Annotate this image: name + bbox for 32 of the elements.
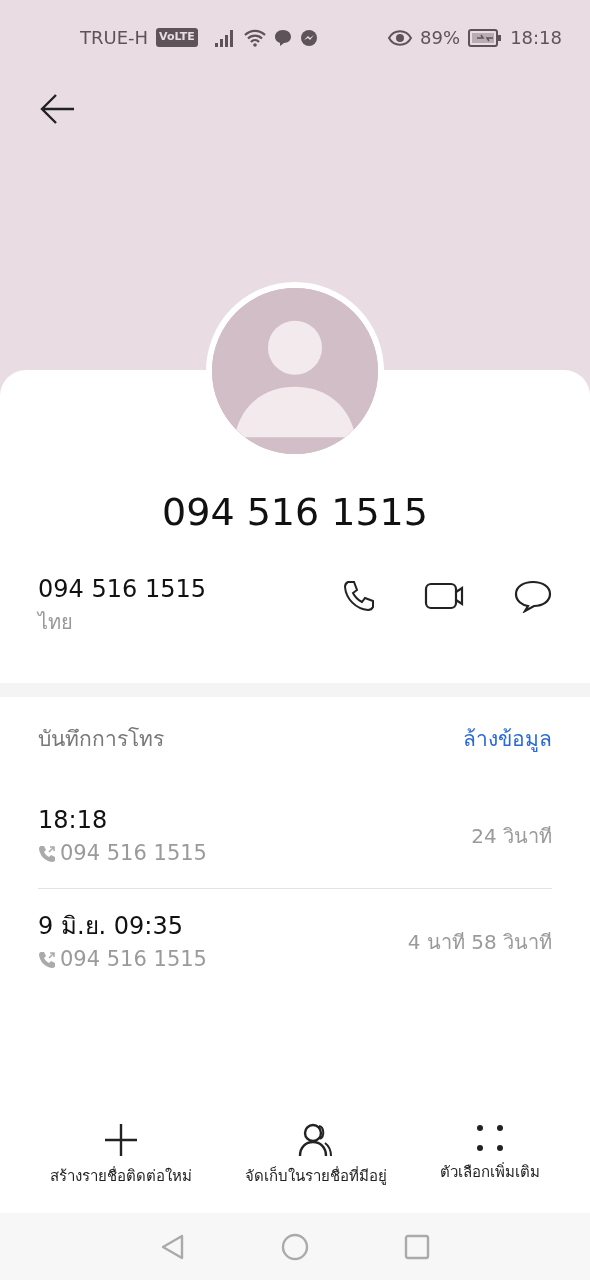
outgoing-call-icon bbox=[38, 951, 56, 969]
messenger-icon bbox=[299, 28, 318, 47]
video-camera-icon[interactable] bbox=[424, 581, 466, 611]
call-number: 094 516 1515 bbox=[60, 839, 207, 867]
action-button[interactable]: สร้างรายชื่อติดต่อใหม่ bbox=[50, 1165, 193, 1188]
clear-link[interactable]: ล้างข้อมูล bbox=[463, 724, 552, 756]
section-title: บันทึกการโทร bbox=[38, 726, 164, 754]
phone-number: 094 516 1515 bbox=[38, 574, 206, 605]
eye-icon bbox=[388, 29, 413, 46]
call-duration: 24 วินาที bbox=[471, 822, 552, 850]
people-icon bbox=[298, 1123, 334, 1157]
carrier-label: TRUE-H bbox=[80, 26, 149, 50]
message-icon[interactable] bbox=[514, 579, 552, 613]
battery-charging-icon bbox=[468, 28, 503, 47]
wifi-icon bbox=[243, 28, 266, 47]
battery-percentage: 89% bbox=[420, 26, 461, 50]
region-label: ไทย bbox=[38, 609, 74, 636]
volte-badge: VoLTE bbox=[156, 28, 198, 47]
clock: 18:18 bbox=[510, 26, 562, 50]
action-button[interactable]: จัดเก็บในรายชื่อที่มีอยู่ bbox=[245, 1165, 387, 1188]
plus-icon bbox=[104, 1123, 139, 1157]
call-number: 094 516 1515 bbox=[60, 946, 207, 974]
contact-name: 094 516 1515 bbox=[162, 490, 428, 534]
more-dots-icon bbox=[474, 1123, 505, 1153]
phone-icon[interactable] bbox=[342, 579, 376, 613]
call-time: 18:18 bbox=[38, 804, 109, 836]
outgoing-call-icon bbox=[38, 844, 56, 863]
chat-bubble-icon bbox=[273, 28, 292, 47]
signal-icon bbox=[213, 28, 236, 47]
call-duration: 4 นาที 58 วินาที bbox=[407, 929, 552, 956]
call-time: 9 มิ.ย. 09:35 bbox=[38, 911, 184, 943]
action-button[interactable]: ตัวเลือกเพิ่มเติม bbox=[439, 1161, 540, 1184]
